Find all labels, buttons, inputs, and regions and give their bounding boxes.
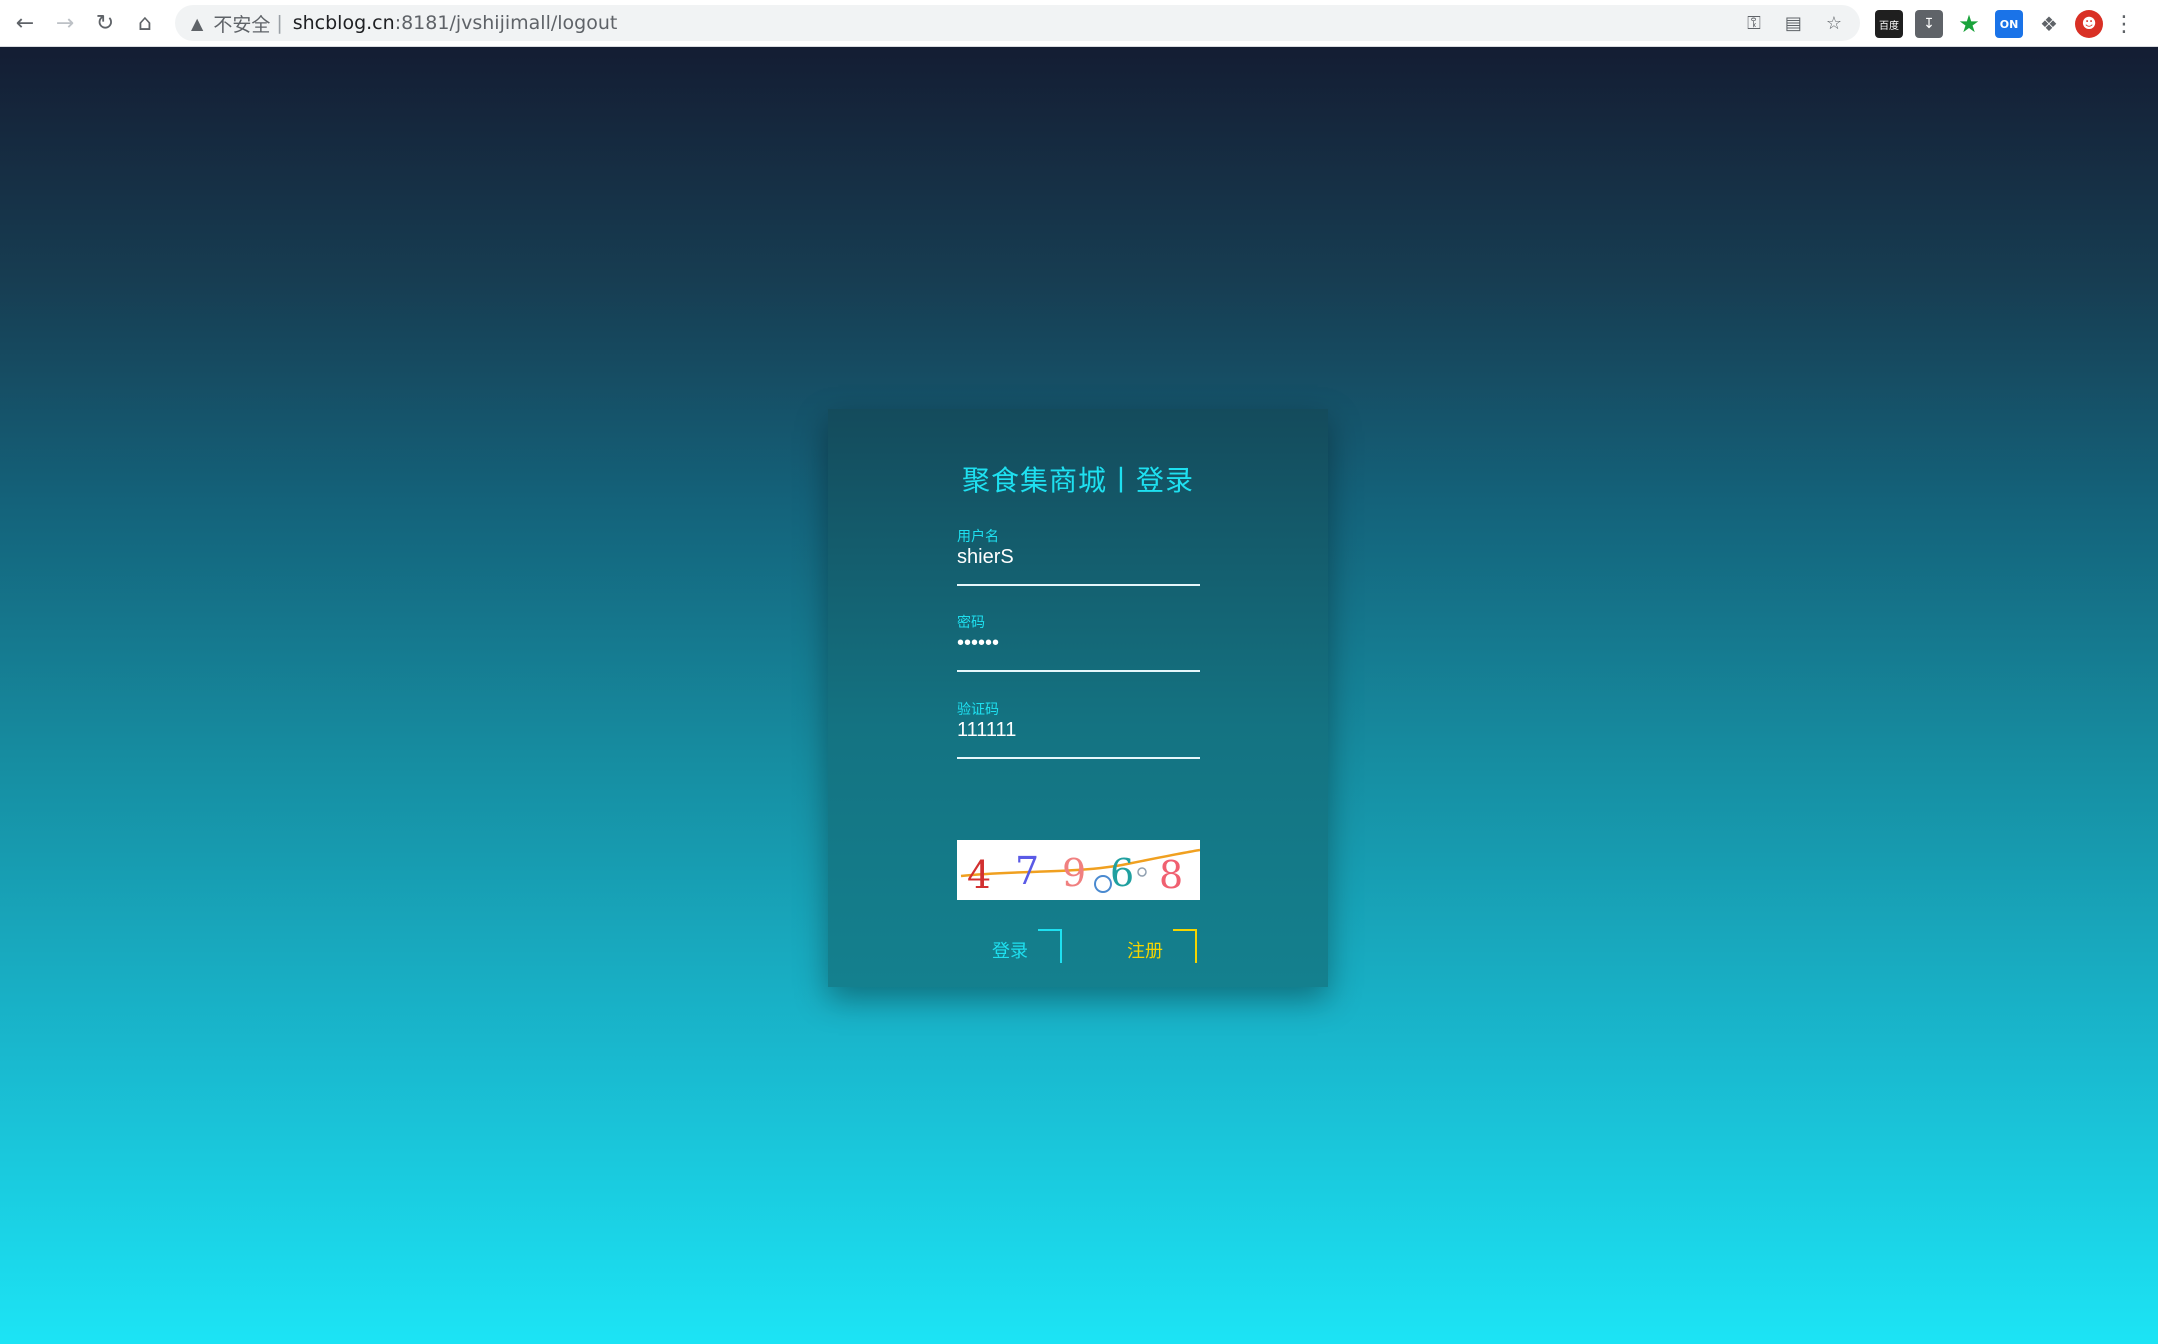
login-button-label: 登录	[992, 941, 1028, 962]
warning-icon: ▲	[191, 13, 204, 33]
captcha-char: 6	[1110, 851, 1134, 895]
register-button-corner	[1173, 929, 1197, 963]
url-separator: |	[276, 12, 283, 34]
captcha-char: 9	[1062, 851, 1086, 895]
captcha-label: 验证码	[957, 702, 999, 718]
captcha-char: 4	[967, 853, 991, 897]
browser-menu-icon[interactable]: ⋮	[2113, 10, 2135, 38]
captcha-field[interactable]: 验证码 111111	[957, 699, 1200, 759]
omnibox-actions: ⚿ ▤ ☆	[1747, 5, 1842, 41]
username-input[interactable]: shierS	[957, 546, 1014, 569]
browser-toolbar: ← → ↻ ⌂ ▲ 不安全 | shcblog.cn:8181/jvshijim…	[0, 0, 2158, 47]
bookmark-star-icon[interactable]: ☆	[1826, 13, 1842, 34]
on-extension-icon[interactable]: ON	[1995, 10, 2023, 38]
reload-icon[interactable]: ↻	[85, 3, 125, 43]
username-field[interactable]: 用户名 shierS	[957, 526, 1200, 586]
register-button-label: 注册	[1127, 941, 1163, 962]
extensions-puzzle-icon[interactable]: ❖	[2035, 10, 2063, 38]
captcha-input[interactable]: 111111	[957, 719, 1016, 742]
home-icon[interactable]: ⌂	[125, 3, 165, 43]
url-host: shcblog.cn	[292, 12, 395, 34]
login-title: 聚食集商城丨登录	[961, 464, 1194, 497]
login-card: 聚食集商城丨登录 用户名 shierS 密码 •••••• 验证码 111111…	[828, 409, 1328, 987]
address-bar[interactable]: ▲ 不安全 | shcblog.cn:8181/jvshijimall/logo…	[175, 5, 1860, 41]
url-path: :8181/jvshijimall/logout	[394, 12, 618, 34]
translate-icon[interactable]: ▤	[1785, 13, 1802, 34]
key-icon[interactable]: ⚿	[1747, 13, 1761, 34]
captcha-char: 7	[1015, 849, 1039, 893]
page-background: 聚食集商城丨登录 用户名 shierS 密码 •••••• 验证码 111111…	[0, 47, 2158, 1344]
username-label: 用户名	[957, 529, 999, 545]
password-input[interactable]: ••••••	[957, 632, 999, 655]
forward-icon[interactable]: →	[45, 3, 85, 43]
download-extension-icon[interactable]: ↧	[1915, 10, 1943, 38]
password-field[interactable]: 密码 ••••••	[957, 612, 1200, 672]
baidu-extension-icon[interactable]: 百度	[1875, 10, 1903, 38]
extensions-bar: 百度 ↧ ★ ON ❖ ☻ ⋮	[1875, 8, 2135, 40]
login-button[interactable]: 登录	[992, 929, 1062, 965]
captcha-image[interactable]: 4 7 9 6 8	[957, 840, 1201, 900]
captcha-char: 8	[1159, 853, 1183, 897]
profile-avatar-icon[interactable]: ☻	[2075, 10, 2103, 38]
login-button-corner	[1038, 929, 1062, 963]
back-icon[interactable]: ←	[5, 3, 45, 43]
security-label: 不安全	[213, 13, 271, 36]
password-label: 密码	[957, 615, 985, 631]
green-star-extension-icon[interactable]: ★	[1955, 10, 1983, 38]
register-button[interactable]: 注册	[1127, 929, 1197, 965]
